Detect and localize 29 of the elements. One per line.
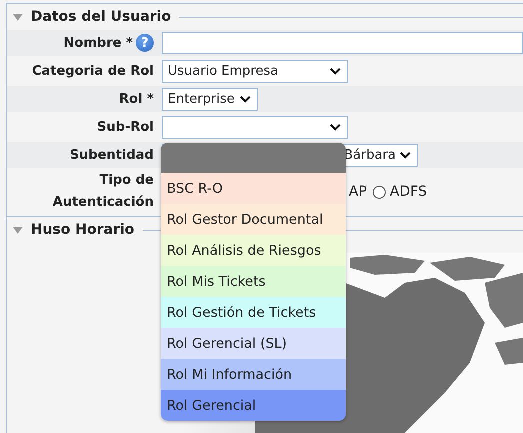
radio-button[interactable] bbox=[373, 186, 386, 198]
chevron-icon bbox=[330, 68, 341, 74]
collapse-icon[interactable] bbox=[13, 226, 23, 234]
dropdown-option[interactable]: Rol Mi Información bbox=[161, 359, 346, 390]
input-field[interactable] bbox=[162, 32, 523, 54]
field-label: Sub-Rol bbox=[96, 120, 154, 134]
radio-label[interactable]: AP bbox=[349, 184, 368, 200]
dropdown-option[interactable]: Rol Gestor Documental bbox=[161, 204, 346, 235]
select-field[interactable]: Usuario Empresa bbox=[162, 60, 348, 82]
select-field[interactable] bbox=[162, 116, 348, 138]
dropdown-option[interactable]: BSC R-O bbox=[161, 173, 346, 204]
dropdown-option[interactable]: Rol Gestión de Tickets bbox=[161, 297, 346, 328]
field-label: Subentidad bbox=[68, 148, 154, 162]
chevron-icon bbox=[400, 152, 411, 158]
dropdown-option[interactable]: Rol Gerencial (SL) bbox=[161, 328, 346, 359]
dropdown-option[interactable]: Rol Mis Tickets bbox=[161, 266, 346, 297]
field-label: Categoria de Rol bbox=[31, 64, 154, 78]
collapse-icon[interactable] bbox=[13, 14, 23, 20]
chevron-icon bbox=[330, 124, 341, 130]
field-label: Rol * bbox=[118, 92, 154, 106]
field-label: Tipo de Autenticación bbox=[52, 172, 154, 212]
chevron-icon bbox=[240, 96, 251, 102]
section-title: Datos del Usuario bbox=[31, 9, 172, 25]
select-field[interactable]: Enterprise bbox=[162, 88, 258, 110]
field-label: Nombre * bbox=[64, 36, 133, 50]
radio-option[interactable]: ADFS bbox=[373, 184, 428, 200]
dropdown-option[interactable]: Rol Análisis de Riesgos bbox=[161, 235, 346, 266]
section-title: Huso Horario bbox=[31, 222, 135, 238]
dropdown-option[interactable]: Rol Gerencial bbox=[161, 390, 346, 421]
